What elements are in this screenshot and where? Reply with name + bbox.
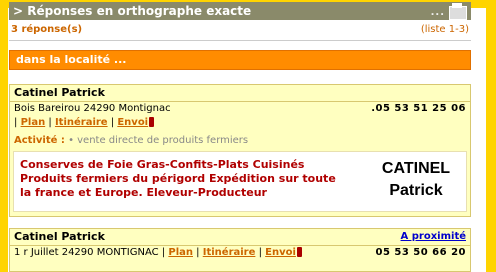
listing-card: Catinel Patrick Bois Bareirou 24290 Mont… (9, 84, 471, 217)
link-separator: | (196, 247, 200, 258)
plan-link[interactable]: Plan (21, 117, 46, 128)
listing-name-text: Catinel Patrick (14, 230, 105, 243)
link-separator: | (110, 117, 115, 128)
listing-name: Catinel Patrick (10, 85, 470, 102)
listing-links: | Plan | Itinéraire | Envoi (162, 247, 302, 258)
advert-logo-line2: Patrick (389, 182, 443, 199)
results-header: > Réponses en orthographe exacte ... (9, 2, 471, 20)
listing-phone: .05 53 51 25 06 (371, 103, 466, 114)
header-dots: ... (430, 7, 445, 18)
link-separator: | (161, 247, 166, 258)
advert-logo: CATINEL Patrick (376, 158, 456, 202)
mobile-phone-icon (296, 247, 302, 257)
listing-address: Bois Bareirou 24290 Montignac (14, 103, 171, 114)
send-link[interactable]: Envoi (117, 117, 148, 128)
listing-phone: 05 53 50 66 20 (375, 247, 466, 258)
link-separator: | (14, 117, 18, 128)
advert-text: Conserves de Foie Gras-Confits-Plats Cui… (20, 158, 336, 199)
proximity-link[interactable]: A proximité (401, 229, 466, 245)
divider (9, 40, 471, 41)
link-separator: | (258, 247, 262, 258)
print-icon[interactable] (449, 3, 467, 20)
link-separator: | (48, 117, 52, 128)
results-count: 3 réponse(s) (11, 24, 83, 35)
results-range: (liste 1-3) (420, 24, 469, 35)
listing-activity: Activité : • vente directe de produits f… (10, 134, 470, 148)
itinerary-link[interactable]: Itinéraire (203, 247, 256, 258)
listing-address-row: 1 r Juillet 24290 MONTIGNAC | Plan | Iti… (10, 246, 470, 260)
listing-links: | Plan | Itinéraire | Envoi (10, 116, 470, 130)
listing-name-text: Catinel Patrick (14, 86, 105, 99)
results-count-row: 3 réponse(s) (liste 1-3) (9, 24, 471, 38)
locality-bar: dans la localité ... (9, 50, 471, 70)
listing-card: Catinel Patrick A proximité 1 r Juillet … (9, 228, 471, 272)
listing-address: 1 r Juillet 24290 MONTIGNAC (14, 247, 159, 258)
activity-label: Activité : (14, 135, 65, 146)
listing-name: Catinel Patrick A proximité (10, 229, 470, 246)
itinerary-link[interactable]: Itinéraire (55, 117, 108, 128)
send-link[interactable]: Envoi (265, 247, 296, 258)
plan-link[interactable]: Plan (168, 247, 193, 258)
mobile-phone-icon (149, 117, 155, 127)
advert-box[interactable]: Conserves de Foie Gras-Confits-Plats Cui… (13, 151, 467, 212)
header-controls: ... (430, 3, 467, 22)
advert-logo-line1: CATINEL (381, 160, 451, 177)
results-header-title: > Réponses en orthographe exacte (13, 4, 252, 18)
activity-value: • vente directe de produits fermiers (68, 135, 249, 146)
listing-address-row: Bois Bareirou 24290 Montignac .05 53 51 … (10, 102, 470, 116)
